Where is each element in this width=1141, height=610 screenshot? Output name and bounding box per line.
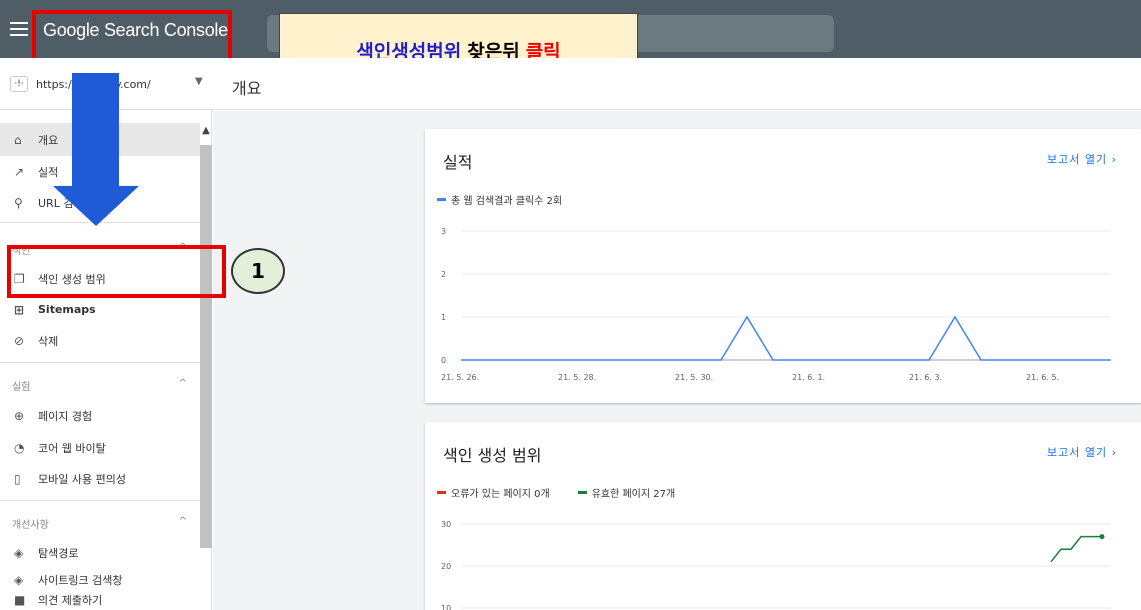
eye-off-icon: ⊘ (14, 333, 25, 348)
section-label: 개선사항 (12, 520, 49, 531)
series-line-clicks (461, 315, 1111, 361)
performance-chart: 0 1 2 3 21. 5. 26. 21. 5. 28. 21. 5. 30. 21. 6.… (441, 227, 1111, 382)
y-tick-label: 10 (441, 604, 451, 610)
trending-icon: ↗ (14, 164, 25, 179)
annotation-nav-highlight (7, 245, 226, 298)
x-tick-label: 21. 5. 30. (675, 373, 713, 382)
sidebar-item-mobile-usability[interactable]: ▯ 모바일 사용 편의성 (0, 462, 200, 495)
sidebar-scrollbar[interactable] (200, 145, 212, 548)
step-badge: 1 (231, 248, 285, 294)
phone-icon: ▯ (14, 471, 21, 486)
sidebar-item-label: 모바일 사용 편의성 (38, 472, 126, 486)
section-enhancements[interactable]: 개선사항 ^ (12, 516, 187, 531)
sitemap-icon: ⊞ (14, 302, 25, 317)
x-tick-label: 21. 6. 3. (909, 373, 942, 382)
plus-circle-icon: ⊕ (14, 408, 25, 423)
x-tick-label: 21. 6. 1. (792, 373, 825, 382)
scroll-up-icon[interactable]: ▲ (200, 125, 212, 139)
layers-icon: ◈ (14, 545, 24, 560)
home-icon: ⌂ (14, 132, 22, 147)
sidebar-item-label: Sitemaps (38, 303, 96, 316)
annotation-arrow-head (53, 186, 139, 226)
page-title: 개요 (232, 79, 262, 98)
sidebar-item-label: 사이트링크 검색창 (38, 574, 123, 587)
sidebar-item-label: 개요 (38, 133, 59, 147)
x-tick-label: 21. 6. 5. (1026, 373, 1059, 382)
sub-header (0, 58, 1141, 110)
chevron-up-icon: ^ (178, 516, 187, 527)
performance-card: 실적 보고서 열기 › 총 웹 검색결과 클릭수 2회 0 1 2 3 21. 5. 2… (425, 129, 1141, 403)
feedback-icon: ■ (14, 593, 26, 607)
sidebar-item-feedback[interactable]: ■ 의견 제출하기 (0, 590, 200, 610)
sidebar-item-page-experience[interactable]: ⊕ 페이지 경험 (0, 399, 200, 432)
y-tick-label: 1 (441, 313, 446, 322)
y-tick-label: 20 (441, 562, 451, 571)
sidebar-item-breadcrumbs[interactable]: ◈ 탐색경로 (0, 536, 200, 569)
menu-icon[interactable] (10, 22, 28, 36)
sidebar-item-label: 페이지 경험 (38, 409, 93, 423)
series-end-point (1099, 534, 1105, 540)
sidebar-item-label: 삭제 (38, 334, 59, 348)
x-tick-label: 21. 5. 28. (558, 373, 596, 382)
section-label: 실험 (12, 382, 31, 393)
y-tick-label: 3 (441, 227, 446, 236)
sidebar-divider (0, 500, 200, 501)
sidebar-item-label: 코어 웹 바이탈 (38, 441, 106, 455)
coverage-card: 색인 생성 범위 보고서 열기 › 오류가 있는 페이지 0개 유효한 페이지 … (425, 422, 1141, 610)
x-tick-label: 21. 5. 26. (441, 373, 479, 382)
sidebar-item-label: 의견 제출하기 (38, 594, 103, 607)
sidebar-divider (0, 362, 200, 363)
sidebar-item-core-web-vitals[interactable]: ◔ 코어 웹 바이탈 (0, 431, 200, 464)
sidebar-item-label: 실적 (38, 165, 59, 179)
gauge-icon: ◔ (14, 440, 25, 455)
y-tick-label: 0 (441, 356, 446, 365)
dropdown-caret-icon[interactable]: ▼ (195, 76, 203, 87)
coverage-chart: 10 20 30 (441, 520, 1111, 610)
property-icon: ·!· (10, 76, 28, 92)
sidebar-item-removals[interactable]: ⊘ 삭제 (0, 324, 200, 357)
search-icon: ⚲ (14, 195, 23, 210)
series-line-valid (1050, 535, 1102, 563)
y-tick-label: 30 (441, 520, 451, 529)
annotation-arrow-shaft (72, 73, 119, 189)
y-tick-label: 2 (441, 270, 446, 279)
chevron-up-icon: ^ (178, 378, 187, 389)
layers-icon: ◈ (14, 573, 24, 587)
section-experience[interactable]: 실험 ^ (12, 378, 187, 393)
sidebar-item-sitelinks-searchbox[interactable]: ◈ 사이트링크 검색창 (0, 569, 200, 591)
sidebar-item-label: 탐색경로 (38, 546, 79, 560)
